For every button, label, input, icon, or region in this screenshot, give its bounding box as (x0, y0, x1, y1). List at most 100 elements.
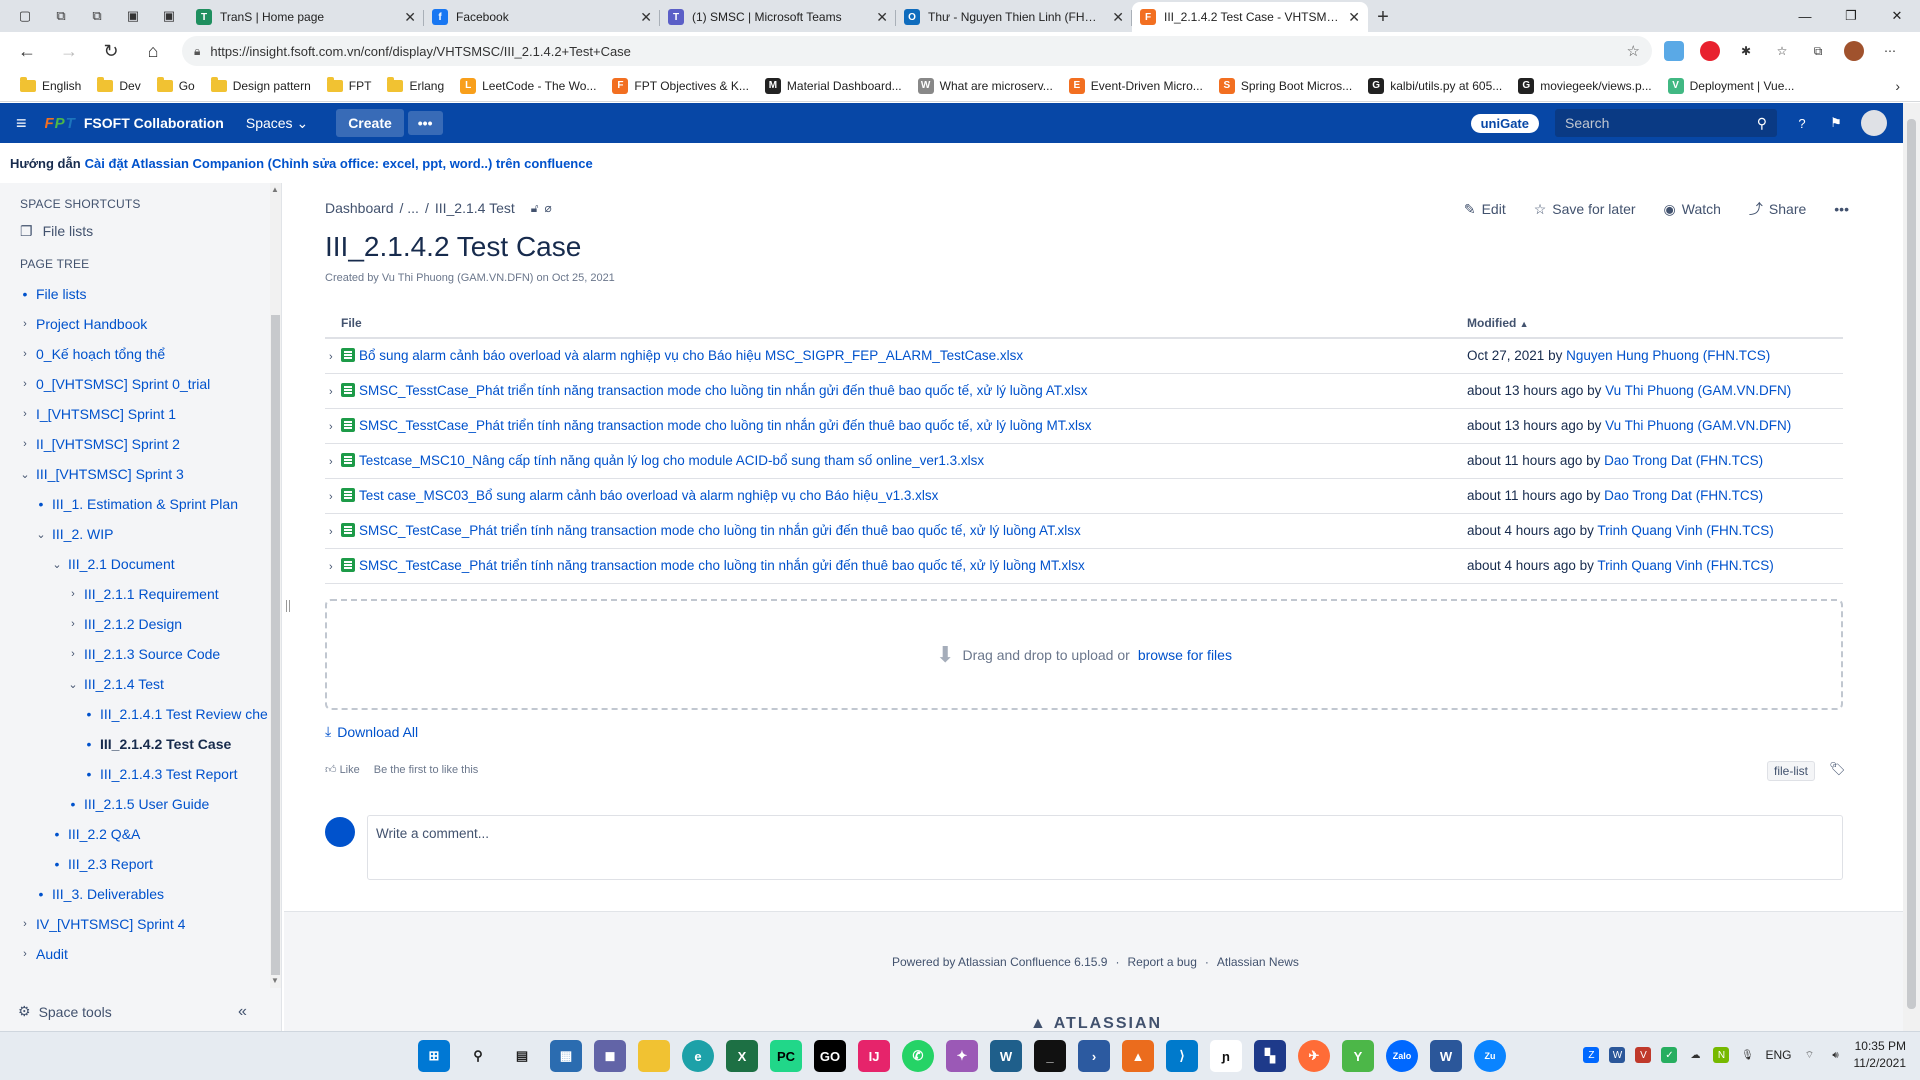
breadcrumb-ellipsis[interactable]: / ... (400, 200, 419, 216)
page-tree-item[interactable]: › Project Handbook (0, 309, 268, 339)
collapse-sidebar-icon[interactable]: « (238, 1003, 247, 1021)
settings-more-icon[interactable]: ⋯ (1880, 41, 1900, 61)
url-input[interactable]: 🔒︎ https://insight.fsoft.com.vn/conf/dis… (182, 36, 1652, 66)
favorite-star-icon[interactable]: ☆ (1627, 42, 1640, 60)
teams-chat-icon[interactable]: ◼ (594, 1040, 626, 1072)
chevron-right-icon[interactable]: › (329, 386, 341, 398)
terminal-icon[interactable]: _ (1034, 1040, 1066, 1072)
help-icon[interactable]: ? (1793, 114, 1811, 132)
chevron-right-icon[interactable]: › (18, 318, 32, 330)
space-tools-button[interactable]: ⚙ Space tools (18, 1003, 112, 1020)
spaces-menu[interactable]: Spaces ⌄ (246, 115, 308, 132)
bookmark-item[interactable]: W What are microserv... (910, 73, 1061, 99)
cloud-tray-icon[interactable]: ☁ (1687, 1047, 1703, 1063)
page-tree-item[interactable]: › I_[VHTSMSC] Sprint 1 (0, 399, 268, 429)
bookmark-item[interactable]: F FPT Objectives & K... (604, 73, 756, 99)
label-tag[interactable]: file-list (1767, 761, 1816, 781)
vivaldi-tray-icon[interactable]: V (1635, 1047, 1652, 1063)
page-scrollbar[interactable] (1903, 103, 1920, 1031)
file-link[interactable]: Bổ sung alarm cảnh báo overload và alarm… (359, 348, 1023, 363)
chevron-down-icon[interactable]: ⌄ (34, 528, 48, 541)
pycharm-icon[interactable]: PC (770, 1040, 802, 1072)
page-tree-item[interactable]: › II_[VHTSMSC] Sprint 2 (0, 429, 268, 459)
attachment-paperclip-icon[interactable]: ⌀ (545, 201, 552, 215)
chevron-right-icon[interactable]: › (18, 348, 32, 360)
file-link[interactable]: SMSC_TesstCase_Phát triển tính năng tran… (359, 383, 1088, 398)
announcement-link[interactable]: Cài đặt Atlassian Companion (Chỉnh sửa o… (85, 156, 593, 171)
chevron-down-icon[interactable]: ⌄ (50, 558, 64, 571)
sidebar-toggle-icon[interactable]: ▣ (158, 5, 180, 27)
hamburger-menu-icon[interactable]: ≡ (16, 113, 27, 134)
chevron-down-icon[interactable]: ⌄ (18, 468, 32, 481)
comment-input[interactable]: Write a comment... (367, 815, 1843, 880)
shortcut-file-lists[interactable]: ❐ File lists (0, 219, 268, 243)
chevron-right-icon[interactable]: › (66, 588, 80, 600)
input-language[interactable]: ENG (1765, 1048, 1791, 1062)
powershell-icon[interactable]: › (1078, 1040, 1110, 1072)
page-tree-item[interactable]: › 0_Kế hoạch tổng thể (0, 339, 268, 369)
extensions-puzzle-icon[interactable]: ✱ (1736, 41, 1756, 61)
breadcrumb-parent[interactable]: III_2.1.4 Test (435, 200, 515, 216)
chevron-right-icon[interactable]: › (18, 408, 32, 420)
close-tab-icon[interactable]: ✕ (1112, 9, 1124, 26)
browser-tab[interactable]: T TranS | Home page ✕ (188, 2, 424, 32)
opera-extension-icon[interactable] (1700, 41, 1720, 61)
chevron-right-icon[interactable]: › (329, 491, 341, 503)
close-tab-icon[interactable]: ✕ (640, 9, 652, 26)
page-tree-item[interactable]: ⌄ III_[VHTSMSC] Sprint 3 (0, 459, 268, 489)
page-tree-item[interactable]: › IV_[VHTSMSC] Sprint 4 (0, 909, 268, 939)
postman-icon[interactable]: ✈ (1298, 1040, 1330, 1072)
bookmark-item[interactable]: Go (149, 73, 203, 99)
bookmark-item[interactable]: Gkalbi/utils.py at 605... (1360, 73, 1510, 99)
scroll-up-arrow-icon[interactable]: ▲ (271, 185, 279, 194)
modified-user-link[interactable]: Dao Trong Dat (FHN.TCS) (1604, 488, 1763, 503)
share-button[interactable]: ⤴ Share (1749, 199, 1806, 219)
collections-button-icon[interactable]: ⧉ (1808, 41, 1828, 61)
browser-tab[interactable]: F III_2.1.4.2 Test Case - VHTSMSC ✕ (1132, 2, 1368, 32)
page-tree-item[interactable]: • III_2.1.4.1 Test Review che (0, 699, 268, 729)
modified-user-link[interactable]: Trinh Quang Vinh (FHN.TCS) (1597, 558, 1773, 573)
page-tree-item[interactable]: ⌄ III_2. WIP (0, 519, 268, 549)
scroll-down-arrow-icon[interactable]: ▼ (271, 976, 279, 985)
modified-user-link[interactable]: Nguyen Hung Phuong (FHN.TCS) (1566, 348, 1770, 363)
page-tree-item[interactable]: • III_2.1.4.3 Test Report (0, 759, 268, 789)
page-tree-item[interactable]: • III_3. Deliverables (0, 879, 268, 909)
close-tab-icon[interactable]: ✕ (404, 9, 416, 26)
vscode-icon[interactable]: ⟩ (1166, 1040, 1198, 1072)
upload-dropzone[interactable]: ⬇ Drag and drop to upload or browse for … (325, 599, 1843, 710)
pinwheel-app-icon[interactable]: ✦ (946, 1040, 978, 1072)
tab-actions-icon[interactable]: ▢ (14, 5, 36, 27)
wifi-icon[interactable]: ⌔ (1802, 1047, 1818, 1063)
browser-tab[interactable]: T (1) SMSC | Microsoft Teams ✕ (660, 2, 896, 32)
chevron-right-icon[interactable]: › (329, 351, 341, 363)
bookmark-item[interactable]: Dev (89, 73, 148, 99)
start-windows-icon[interactable]: ⊞ (418, 1040, 450, 1072)
task-view-icon[interactable]: ▤ (506, 1040, 538, 1072)
sidebar-scroll-thumb[interactable] (271, 315, 280, 975)
zalo-pc-icon[interactable]: Zu (1474, 1040, 1506, 1072)
file-link[interactable]: SMSC_TestCase_Phát triển tính năng trans… (359, 523, 1081, 538)
sidebar-scrollbar[interactable]: ▲ ▼ (270, 183, 281, 988)
page-tree-item[interactable]: › Audit (0, 939, 268, 969)
page-tree-item[interactable]: • III_2.3 Report (0, 849, 268, 879)
restore-icon[interactable]: ❐ (1828, 0, 1874, 32)
create-button[interactable]: Create (336, 109, 404, 137)
restrictions-lock-icon[interactable]: 🔓︎ (531, 201, 539, 216)
page-tree-item[interactable]: • III_2.1.4.2 Test Case (0, 729, 268, 759)
app-n-icon[interactable]: ɲ (1210, 1040, 1242, 1072)
bookmarks-overflow-icon[interactable]: › (1895, 78, 1900, 94)
collections-icon[interactable]: ⧉ (50, 5, 72, 27)
clock[interactable]: 10:35 PM 11/2/2021 (1854, 1038, 1907, 1072)
bookmark-item[interactable]: V Deployment | Vue... (1660, 73, 1803, 99)
more-actions-button[interactable]: ••• (1834, 199, 1849, 219)
page-tree-item[interactable]: › III_2.1.2 Design (0, 609, 268, 639)
chevron-right-icon[interactable]: › (329, 561, 341, 573)
widgets-icon[interactable]: ▦ (550, 1040, 582, 1072)
nvidia-tray-icon[interactable]: N (1713, 1047, 1730, 1063)
report-bug-link[interactable]: Report a bug (1127, 955, 1196, 969)
chevron-right-icon[interactable]: › (18, 438, 32, 450)
create-more-button[interactable]: ••• (407, 111, 443, 135)
page-tree-item[interactable]: ⌄ III_2.1 Document (0, 549, 268, 579)
download-all-link[interactable]: ⤓ Download All (325, 723, 418, 740)
save-for-later-button[interactable]: ☆ Save for later (1534, 199, 1636, 219)
